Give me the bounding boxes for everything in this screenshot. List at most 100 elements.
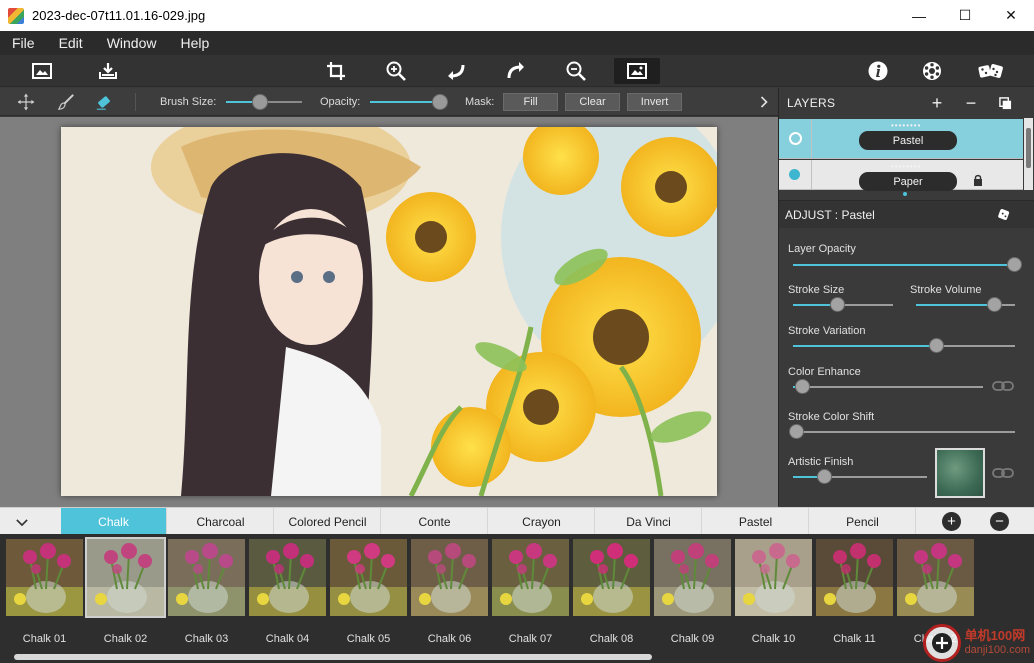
slider-knob[interactable] <box>789 424 804 439</box>
expand-panel-button[interactable] <box>753 92 775 112</box>
layers-scrollbar[interactable] <box>1024 118 1033 190</box>
preset-thumbnail-image[interactable] <box>168 539 245 616</box>
flower-vase-illustration <box>492 539 569 616</box>
flower-vase-illustration <box>411 539 488 616</box>
mask-clear-button[interactable]: Clear <box>565 93 620 111</box>
preset-thumbnail[interactable]: Chalk 07 <box>492 539 569 651</box>
preset-thumbnail-image[interactable] <box>654 539 731 616</box>
brush-size-slider[interactable] <box>226 94 302 110</box>
opacity-knob[interactable] <box>432 94 448 110</box>
move-tool-button[interactable] <box>15 92 37 112</box>
randomize-button[interactable] <box>972 58 1010 84</box>
tab-colored-pencil[interactable]: Colored Pencil <box>275 508 381 535</box>
undo-button[interactable] <box>440 58 472 84</box>
artistic-finish-slider[interactable] <box>793 469 927 484</box>
slider-knob[interactable] <box>929 338 944 353</box>
menu-help[interactable]: Help <box>168 35 221 51</box>
link-icon[interactable] <box>992 380 1014 392</box>
link-icon[interactable] <box>992 467 1014 479</box>
tab-da-vinci[interactable]: Da Vinci <box>596 508 702 535</box>
preset-thumbnail-image[interactable] <box>85 537 166 618</box>
scrollbar-thumb[interactable] <box>1026 128 1031 168</box>
preset-thumbnail[interactable]: Chalk 04 <box>249 539 326 651</box>
preset-thumbnail-image[interactable] <box>735 539 812 616</box>
minimize-button[interactable]: — <box>896 0 942 31</box>
preset-thumbnail-image[interactable] <box>897 539 974 616</box>
preset-thumbnail[interactable]: Chalk 02 <box>85 537 166 651</box>
duplicate-layer-button[interactable] <box>995 93 1015 113</box>
crop-button[interactable] <box>320 58 352 84</box>
eraser-tool-button[interactable] <box>93 92 115 112</box>
menu-window[interactable]: Window <box>95 35 169 51</box>
brush-size-knob[interactable] <box>252 94 268 110</box>
slider-knob[interactable] <box>817 469 832 484</box>
color-enhance-slider[interactable] <box>793 379 983 394</box>
settings-button[interactable] <box>916 58 948 84</box>
layer-row-pastel[interactable]: •••••••• Pastel <box>779 119 1023 159</box>
tab-crayon[interactable]: Crayon <box>489 508 595 535</box>
open-image-button[interactable] <box>26 58 58 84</box>
preset-thumbnail[interactable]: Chalk 01 <box>6 539 83 651</box>
add-layer-button[interactable]: + <box>927 93 947 113</box>
texture-swatch[interactable] <box>935 448 985 498</box>
artwork-image[interactable] <box>61 127 717 496</box>
preset-thumbnail[interactable]: Chalk 03 <box>168 539 245 651</box>
layer-visibility-toggle[interactable] <box>789 132 802 145</box>
layer-name[interactable]: Paper <box>859 172 957 191</box>
preset-thumbnail-image[interactable] <box>492 539 569 616</box>
preset-thumbnail-image[interactable] <box>6 539 83 616</box>
preset-thumbnail-image[interactable] <box>330 539 407 616</box>
menu-edit[interactable]: Edit <box>47 35 95 51</box>
save-button[interactable] <box>92 58 124 84</box>
layer-name[interactable]: Pastel <box>859 131 957 150</box>
tab-pastel[interactable]: Pastel <box>703 508 809 535</box>
brush-tool-button[interactable] <box>55 92 77 112</box>
canvas-area[interactable] <box>0 117 778 507</box>
menu-file[interactable]: File <box>0 35 47 51</box>
slider-knob[interactable] <box>795 379 810 394</box>
preset-thumbnail[interactable]: Chalk 10 <box>735 539 812 651</box>
slider-knob[interactable] <box>1007 257 1022 272</box>
layer-opacity-slider[interactable] <box>793 257 1022 272</box>
info-button[interactable] <box>862 58 894 84</box>
mask-invert-button[interactable]: Invert <box>627 93 682 111</box>
tab-conte[interactable]: Conte <box>382 508 488 535</box>
preset-thumbnail-image[interactable] <box>816 539 893 616</box>
layer-row-paper[interactable]: •••••••• Paper <box>779 160 1023 191</box>
dice-icon[interactable] <box>997 208 1014 221</box>
preset-thumbnail[interactable]: Chalk 06 <box>411 539 488 651</box>
remove-preset-button[interactable]: − <box>990 512 1009 531</box>
remove-layer-button[interactable]: − <box>961 93 981 113</box>
redo-button[interactable] <box>500 58 532 84</box>
preset-thumbnail-image[interactable] <box>249 539 326 616</box>
stroke-volume-slider[interactable] <box>916 297 1015 312</box>
layer-visibility-toggle[interactable] <box>789 169 800 180</box>
slider-knob[interactable] <box>987 297 1002 312</box>
close-button[interactable]: ✕ <box>988 0 1034 31</box>
drag-handle[interactable]: •••••••• <box>891 121 921 130</box>
stroke-color-shift-slider[interactable] <box>789 424 1015 439</box>
tab-pencil[interactable]: Pencil <box>810 508 916 535</box>
preset-thumbnail[interactable]: Chalk 08 <box>573 539 650 651</box>
collapse-presets-button[interactable] <box>8 512 36 532</box>
preset-thumbnail[interactable]: Chalk 05 <box>330 539 407 651</box>
brush-toolbar: Brush Size: Opacity: Mask: Fill Clear In… <box>0 88 778 116</box>
stroke-variation-slider[interactable] <box>793 338 1015 353</box>
tab-charcoal[interactable]: Charcoal <box>168 508 274 535</box>
zoom-in-button[interactable] <box>380 58 412 84</box>
drag-handle[interactable]: •••••••• <box>891 162 921 171</box>
stroke-size-slider[interactable] <box>793 297 893 312</box>
zoom-out-button[interactable] <box>560 58 592 84</box>
mask-fill-button[interactable]: Fill <box>503 93 558 111</box>
maximize-button[interactable]: ☐ <box>942 0 988 31</box>
preset-thumbnail-image[interactable] <box>573 539 650 616</box>
tab-chalk[interactable]: Chalk <box>61 508 167 535</box>
thumbnails-scrollbar[interactable] <box>14 654 652 660</box>
fit-view-button[interactable] <box>614 58 660 84</box>
preset-thumbnail[interactable]: Chalk 11 <box>816 539 893 651</box>
add-preset-button[interactable]: + <box>942 512 961 531</box>
preset-thumbnail-image[interactable] <box>411 539 488 616</box>
opacity-slider[interactable] <box>370 94 448 110</box>
preset-thumbnail[interactable]: Chalk 09 <box>654 539 731 651</box>
slider-knob[interactable] <box>830 297 845 312</box>
